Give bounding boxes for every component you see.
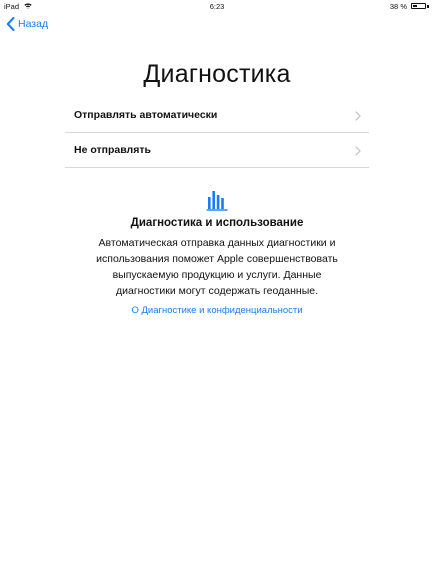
chevron-right-icon: [355, 146, 361, 156]
chevron-left-icon: [6, 17, 15, 31]
chevron-right-icon: [355, 111, 361, 121]
status-bar: iPad 6:23 38 %: [0, 0, 434, 13]
battery-percentage: 38 %: [389, 2, 407, 11]
battery-icon: [411, 3, 426, 9]
privacy-link[interactable]: О Диагностике и конфиденциальности: [0, 305, 434, 316]
bar-chart-icon: [206, 191, 228, 211]
option-label: Отправлять автоматически: [74, 109, 218, 121]
send-options-list: Отправлять автоматически Не отправлять: [65, 98, 369, 168]
page-title: Диагностика: [143, 60, 291, 88]
option-send-automatically[interactable]: Отправлять автоматически: [65, 98, 369, 133]
option-dont-send[interactable]: Не отправлять: [65, 133, 369, 168]
info-description: Автоматическая отправка данных диагности…: [96, 237, 338, 297]
back-label: Назад: [18, 18, 49, 30]
diagnostics-screen: iPad 6:23 38 % Назад Диагностика Отправл…: [0, 0, 434, 579]
battery-fill: [413, 5, 418, 7]
battery-tip: [427, 5, 429, 8]
option-label: Не отправлять: [74, 144, 151, 156]
info-heading: Диагностика и использование: [130, 217, 304, 229]
back-button[interactable]: Назад: [6, 15, 48, 33]
clock: 6:23: [209, 2, 225, 11]
